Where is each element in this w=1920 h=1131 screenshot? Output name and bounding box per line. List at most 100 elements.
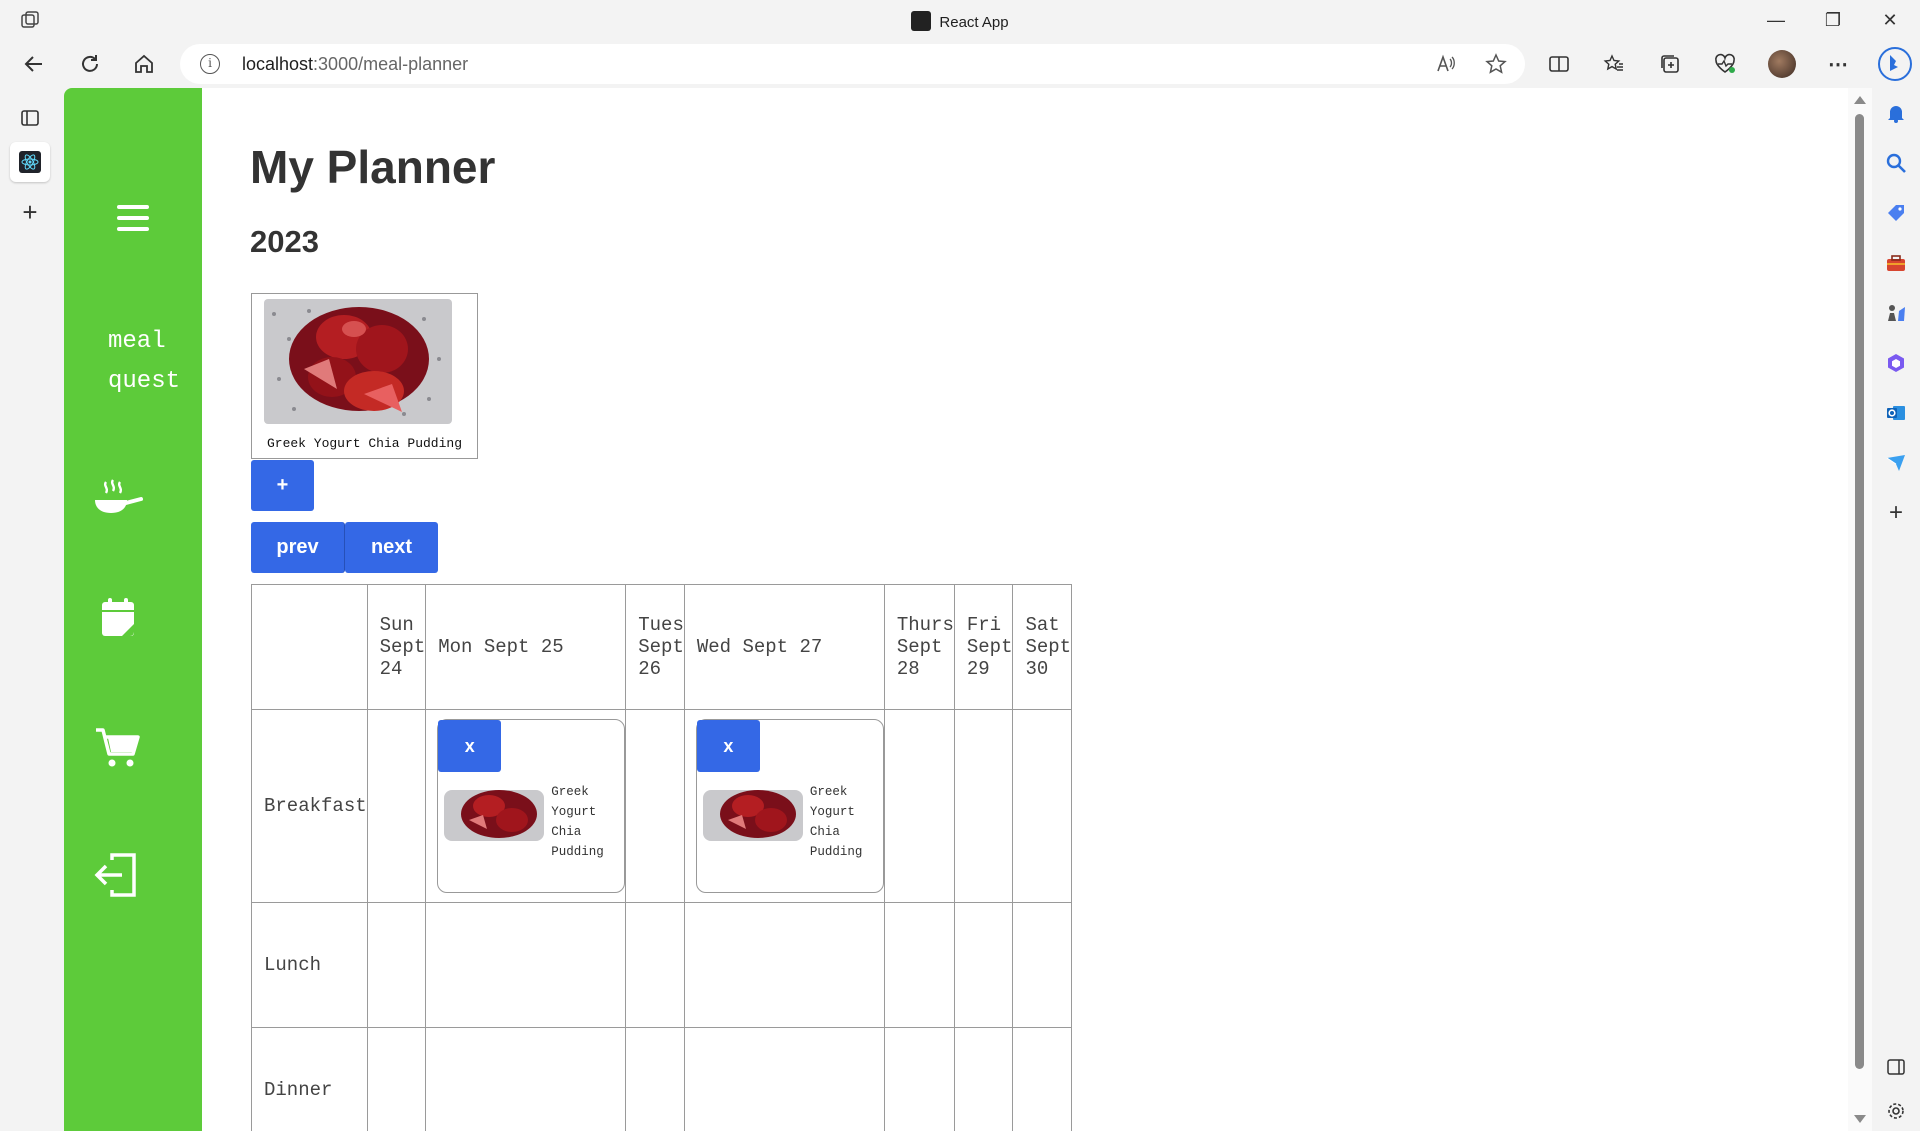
window-title: React App bbox=[0, 11, 1920, 31]
meal-entry-name: Greek Yogurt Chia Pudding bbox=[551, 782, 621, 862]
shopping-button[interactable] bbox=[1883, 200, 1909, 226]
scrollbar-thumb[interactable] bbox=[1855, 114, 1864, 1069]
planner-cell[interactable] bbox=[425, 902, 627, 1028]
meal-name-line: Yogurt bbox=[551, 805, 597, 819]
meal-label: Lunch bbox=[251, 902, 368, 1028]
home-button[interactable] bbox=[128, 48, 160, 80]
notifications-button[interactable] bbox=[1883, 100, 1909, 126]
day-header: Wed Sept 27 bbox=[683, 584, 885, 710]
shopping-cart-icon[interactable] bbox=[92, 724, 144, 770]
url-path: :3000/meal-planner bbox=[313, 54, 469, 74]
browser-essentials-button[interactable] bbox=[1709, 48, 1741, 80]
day-header: Sat Sept 30 bbox=[1012, 584, 1073, 710]
star-icon bbox=[1485, 53, 1507, 74]
recipe-card[interactable]: Greek Yogurt Chia Pudding bbox=[251, 293, 478, 459]
cooking-pan-icon[interactable] bbox=[92, 478, 144, 524]
planner-cell[interactable] bbox=[883, 1027, 955, 1131]
collections-button[interactable] bbox=[1654, 48, 1686, 80]
planner-cell[interactable] bbox=[883, 902, 955, 1028]
url-host: localhost bbox=[242, 54, 314, 74]
logout-icon[interactable] bbox=[92, 852, 144, 898]
add-recipe-button[interactable]: + bbox=[251, 460, 314, 511]
menu-icon[interactable] bbox=[117, 205, 149, 231]
reload-button[interactable] bbox=[74, 48, 106, 80]
scroll-down-arrow[interactable] bbox=[1854, 1115, 1866, 1123]
planner-cell[interactable] bbox=[366, 1027, 427, 1131]
planner-cell[interactable] bbox=[625, 1027, 685, 1131]
react-logo-icon bbox=[19, 151, 41, 173]
planner-cell[interactable] bbox=[953, 902, 1014, 1028]
page-scrollbar[interactable] bbox=[1848, 88, 1872, 1131]
favorites-button[interactable] bbox=[1598, 48, 1630, 80]
tab-react-app[interactable] bbox=[10, 142, 50, 182]
planner-cell[interactable] bbox=[1012, 1027, 1073, 1131]
new-tab-button[interactable]: + bbox=[14, 196, 46, 228]
planner-cell[interactable] bbox=[953, 709, 1014, 903]
avatar bbox=[1768, 50, 1796, 78]
prev-week-button[interactable]: prev bbox=[251, 522, 345, 573]
meal-entry-name: Greek Yogurt Chia Pudding bbox=[810, 782, 880, 862]
calendar-icon[interactable] bbox=[92, 596, 144, 642]
corner-cell bbox=[251, 584, 368, 710]
close-window-button[interactable]: ✕ bbox=[1870, 6, 1910, 34]
profile-avatar[interactable] bbox=[1766, 48, 1798, 80]
day-header: Fri Sept 29 bbox=[953, 584, 1014, 710]
address-bar[interactable]: i localhost:3000/meal-planner bbox=[180, 44, 1525, 84]
page-title: My Planner bbox=[250, 141, 496, 193]
planner-cell[interactable]: x Greek Yogurt Chia Pudding bbox=[683, 709, 885, 903]
restore-button[interactable]: ❐ bbox=[1813, 6, 1853, 34]
day-header: Tues Sept 26 bbox=[625, 584, 685, 710]
split-screen-button[interactable] bbox=[1543, 48, 1575, 80]
app-brand: meal quest bbox=[104, 322, 180, 402]
add-sidebar-app-button[interactable]: + bbox=[1883, 499, 1909, 526]
tab-actions-button[interactable] bbox=[14, 102, 46, 134]
planner-cell[interactable] bbox=[953, 1027, 1014, 1131]
meal-name-line: Pudding bbox=[809, 845, 863, 859]
meal-thumbnail bbox=[702, 790, 803, 841]
favorite-star-button[interactable] bbox=[1480, 48, 1512, 80]
meal-row-breakfast: Breakfast x Greek Yogurt Chia Pudding x … bbox=[251, 709, 1073, 903]
remove-meal-button[interactable]: x bbox=[438, 720, 502, 772]
planner-cell[interactable]: x Greek Yogurt Chia Pudding bbox=[425, 709, 627, 903]
meal-name-line: Pudding bbox=[551, 845, 604, 859]
meal-name-line: Chia bbox=[809, 825, 840, 839]
microsoft365-button[interactable] bbox=[1883, 350, 1909, 376]
hide-sidebar-button[interactable] bbox=[1883, 1054, 1909, 1080]
url-text[interactable]: localhost:3000/meal-planner bbox=[242, 54, 468, 75]
planner-cell[interactable] bbox=[1012, 709, 1073, 903]
planner-cell[interactable] bbox=[683, 902, 885, 1028]
minimize-button[interactable]: — bbox=[1756, 6, 1796, 34]
year-heading: 2023 bbox=[250, 224, 319, 259]
planner-cell[interactable] bbox=[683, 1027, 885, 1131]
meal-name-line: Greek bbox=[551, 785, 589, 799]
next-week-button[interactable]: next bbox=[345, 522, 438, 573]
settings-more-button[interactable]: ⋯ bbox=[1822, 48, 1854, 80]
day-header: Mon Sept 25 bbox=[425, 584, 627, 710]
site-info-icon[interactable]: i bbox=[200, 54, 220, 74]
copilot-button[interactable] bbox=[1877, 46, 1913, 82]
meal-entry-card[interactable]: x Greek Yogurt Chia Pudding bbox=[695, 719, 884, 893]
planner-cell[interactable] bbox=[625, 709, 685, 903]
games-button[interactable] bbox=[1883, 300, 1909, 326]
search-sidebar-button[interactable] bbox=[1883, 150, 1909, 176]
meal-entry-card[interactable]: x Greek Yogurt Chia Pudding bbox=[437, 719, 626, 893]
outlook-button[interactable] bbox=[1883, 400, 1909, 426]
planner-cell[interactable] bbox=[625, 902, 685, 1028]
reload-icon bbox=[82, 55, 98, 72]
scroll-up-arrow[interactable] bbox=[1854, 96, 1866, 104]
sidebar-settings-button[interactable] bbox=[1883, 1098, 1909, 1124]
send-button[interactable] bbox=[1883, 450, 1909, 476]
back-arrow-icon bbox=[24, 56, 42, 72]
planner-cell[interactable] bbox=[366, 709, 427, 903]
day-header: Thurs Sept 28 bbox=[883, 584, 955, 710]
read-aloud-button[interactable] bbox=[1430, 48, 1462, 80]
remove-meal-button[interactable]: x bbox=[696, 720, 760, 772]
planner-cell[interactable] bbox=[883, 709, 955, 903]
tools-button[interactable] bbox=[1883, 250, 1909, 276]
meal-name-line: Yogurt bbox=[809, 805, 855, 819]
planner-cell[interactable] bbox=[366, 902, 427, 1028]
heart-pulse-icon bbox=[1715, 53, 1735, 73]
planner-cell[interactable] bbox=[1012, 902, 1073, 1028]
back-button[interactable] bbox=[18, 48, 50, 80]
planner-cell[interactable] bbox=[425, 1027, 627, 1131]
